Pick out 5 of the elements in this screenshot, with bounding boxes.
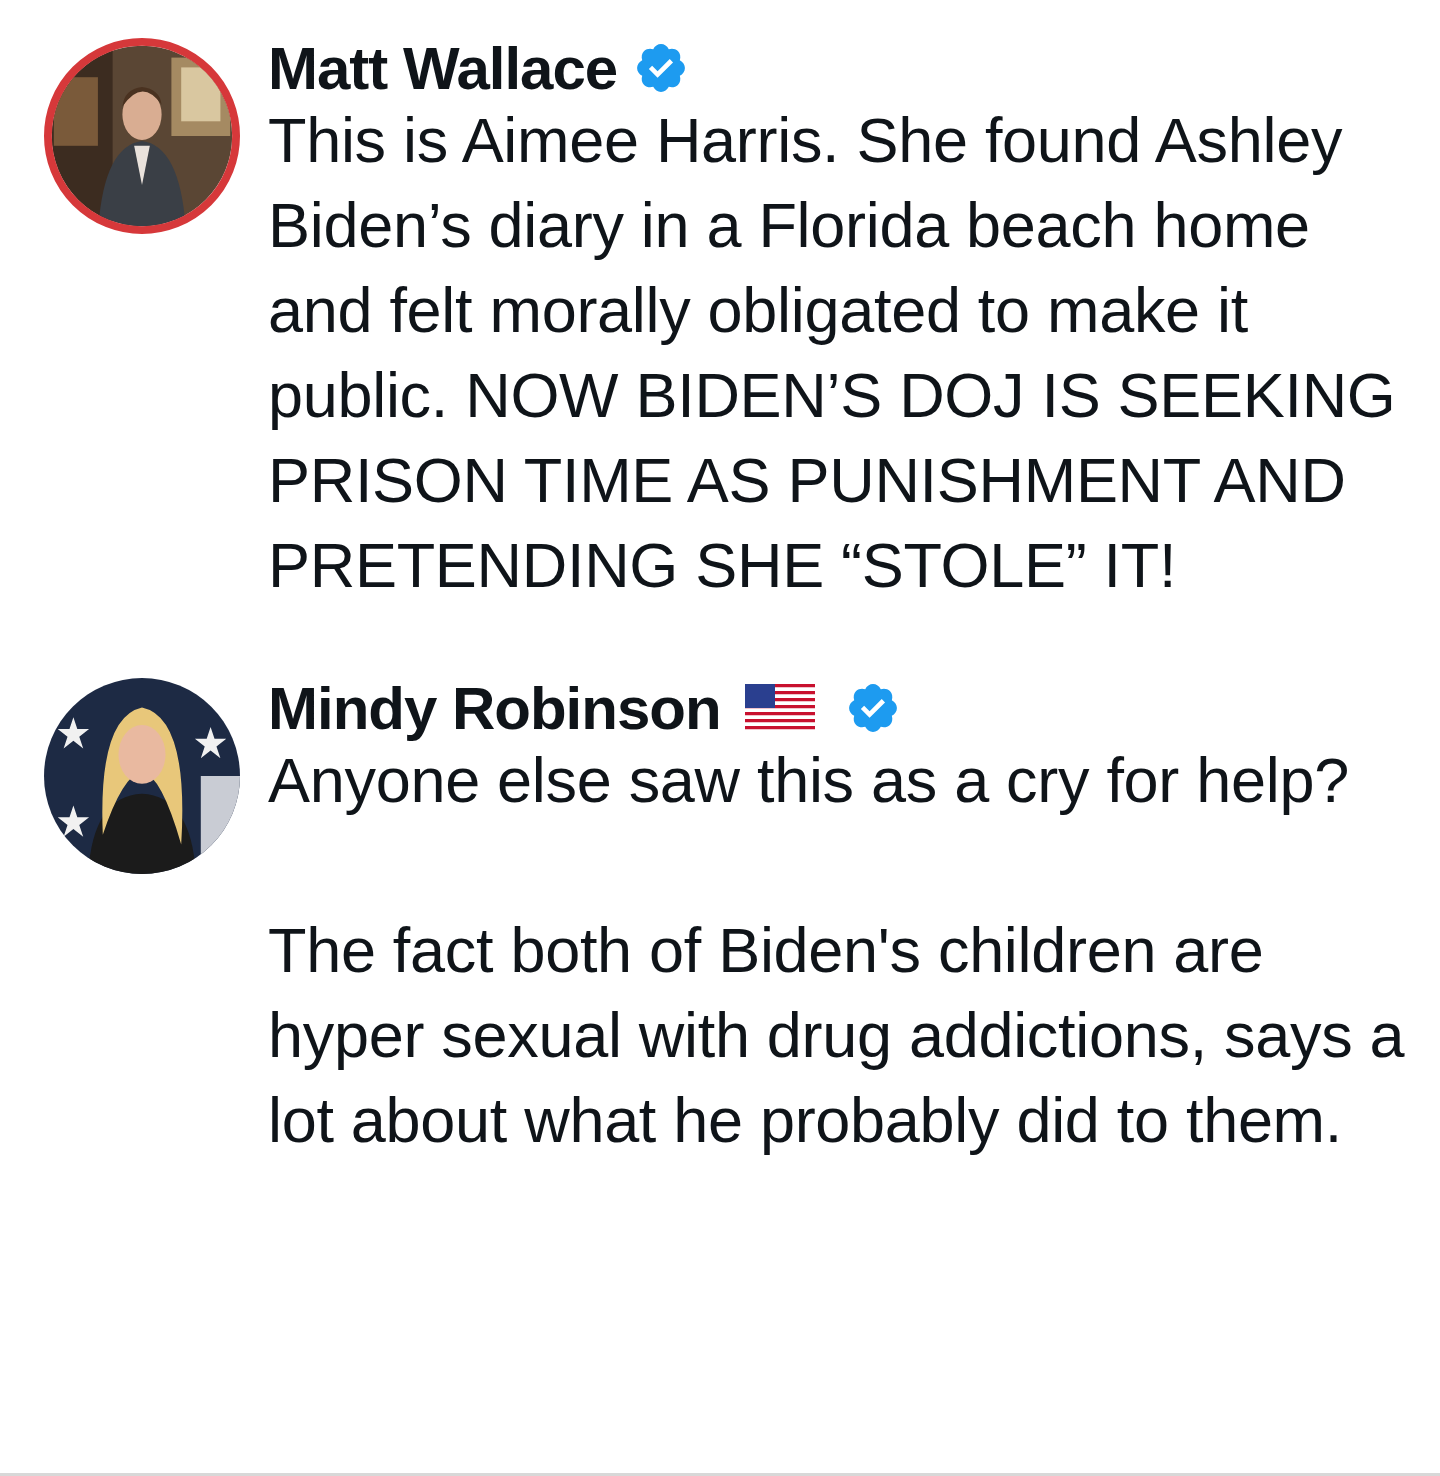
post-text: This is Aimee Harris. She found Ashley Biden’s diary in a Florida beach home and felt morally obligated to make it public. NOW BIDEN’S DOJ IS SEEKING PRISON TIME AS PUNISHMENT AND PRETENDING SHE “STOLE” IT! xyxy=(268,104,1397,602)
post-text: Anyone else saw this as a cry for help? xyxy=(268,744,1350,817)
post-text: The fact both of Biden's children are hyper sexual with drug addictions, says a lot about what he probably did to them. xyxy=(268,914,1406,1157)
author-name[interactable]: Mindy Robinson xyxy=(268,673,721,743)
author-name[interactable]: Matt Wallace xyxy=(268,33,618,103)
